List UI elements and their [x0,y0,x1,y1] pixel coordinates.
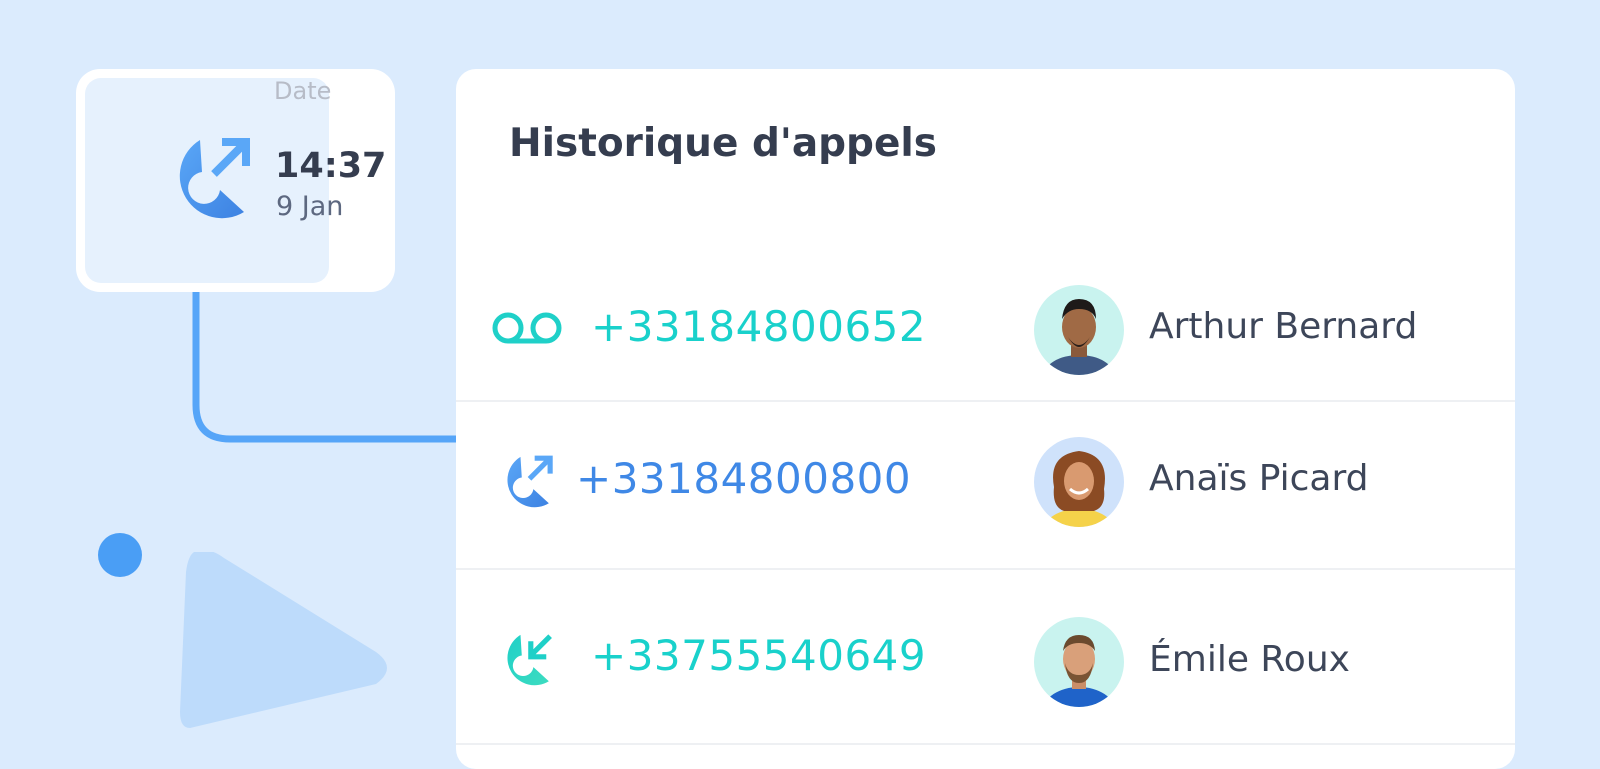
date-label: Date [274,77,332,105]
contact-name: Anaïs Picard [1149,458,1369,499]
call-time: 14:37 [275,146,387,186]
date-card: Date 14:37 9 Jan [76,69,395,292]
page-title: Historique d'appels [509,121,938,166]
call-row[interactable]: +33184800652 Arthur Bernard [456,197,1515,402]
contact-name: Arthur Bernard [1149,306,1418,347]
phone-number[interactable]: +33184800652 [591,302,926,351]
call-history-panel: Historique d'appels +33184800652 Arthur … [456,69,1515,769]
phone-number[interactable]: +33184800800 [576,454,911,503]
voicemail-icon [492,310,562,346]
contact-name: Émile Roux [1149,639,1350,680]
avatar [1034,285,1124,375]
call-row[interactable]: +33755540649 Émile Roux [456,568,1515,745]
outgoing-call-icon [162,134,252,228]
call-row[interactable]: +33184800800 Anaïs Picard [456,400,1515,570]
avatar [1034,617,1124,707]
phone-number[interactable]: +33755540649 [591,631,926,680]
call-day: 9 Jan [276,191,344,222]
decorative-dot [98,533,142,577]
decorative-triangle [180,552,387,728]
outgoing-call-icon [496,453,554,511]
avatar [1034,437,1124,527]
incoming-call-icon [496,631,554,689]
